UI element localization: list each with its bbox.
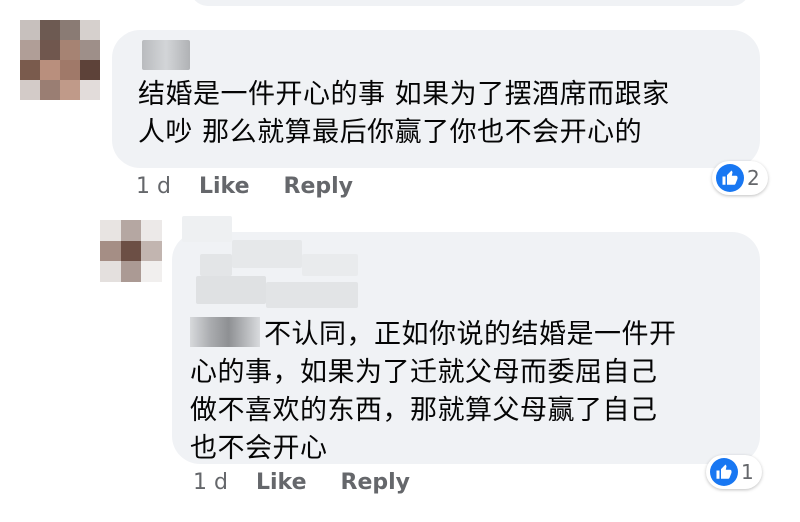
reply-button[interactable]: Reply <box>341 470 411 495</box>
previous-comment-bubble <box>190 0 750 6</box>
comment-line: 不认同，正如你说的结婚是一件开 <box>190 316 750 354</box>
timestamp[interactable]: 1 d <box>193 470 228 495</box>
blurred-mention-tag[interactable] <box>190 317 260 347</box>
avatar[interactable] <box>20 20 100 100</box>
reply-button[interactable]: Reply <box>284 174 354 199</box>
reaction-summary[interactable]: 1 <box>706 455 762 489</box>
comment-text: 结婚是一件开心的事 如果为了摆酒席而跟家 人吵 那么就算最后你赢了你也不会开心的 <box>138 76 748 152</box>
comment-line: 也不会开心 <box>190 433 328 464</box>
thumbs-up-icon <box>716 164 744 192</box>
reaction-summary[interactable]: 2 <box>712 161 768 195</box>
avatar[interactable] <box>100 220 162 282</box>
comment-line: 结婚是一件开心的事 如果为了摆酒席而跟家 <box>138 79 670 110</box>
like-button[interactable]: Like <box>256 470 307 495</box>
comment-actions: 1 d Like Reply <box>193 470 444 495</box>
reaction-count: 1 <box>741 460 754 484</box>
reaction-count: 2 <box>747 166 760 190</box>
comment-line: 做不喜欢的东西，那就算父母赢了自己 <box>190 395 658 426</box>
comment-text: 不认同，正如你说的结婚是一件开 心的事，如果为了迁就父母而委屈自己 做不喜欢的东… <box>190 316 750 468</box>
comment-actions: 1 d Like Reply <box>136 174 387 199</box>
thumbs-up-icon <box>710 458 738 486</box>
like-button[interactable]: Like <box>199 174 250 199</box>
comment-line: 人吵 那么就算最后你赢了你也不会开心的 <box>138 117 643 148</box>
comment-line: 心的事，如果为了迁就父母而委屈自己 <box>190 357 658 388</box>
blurred-author-name[interactable] <box>142 40 190 70</box>
timestamp[interactable]: 1 d <box>136 174 171 199</box>
